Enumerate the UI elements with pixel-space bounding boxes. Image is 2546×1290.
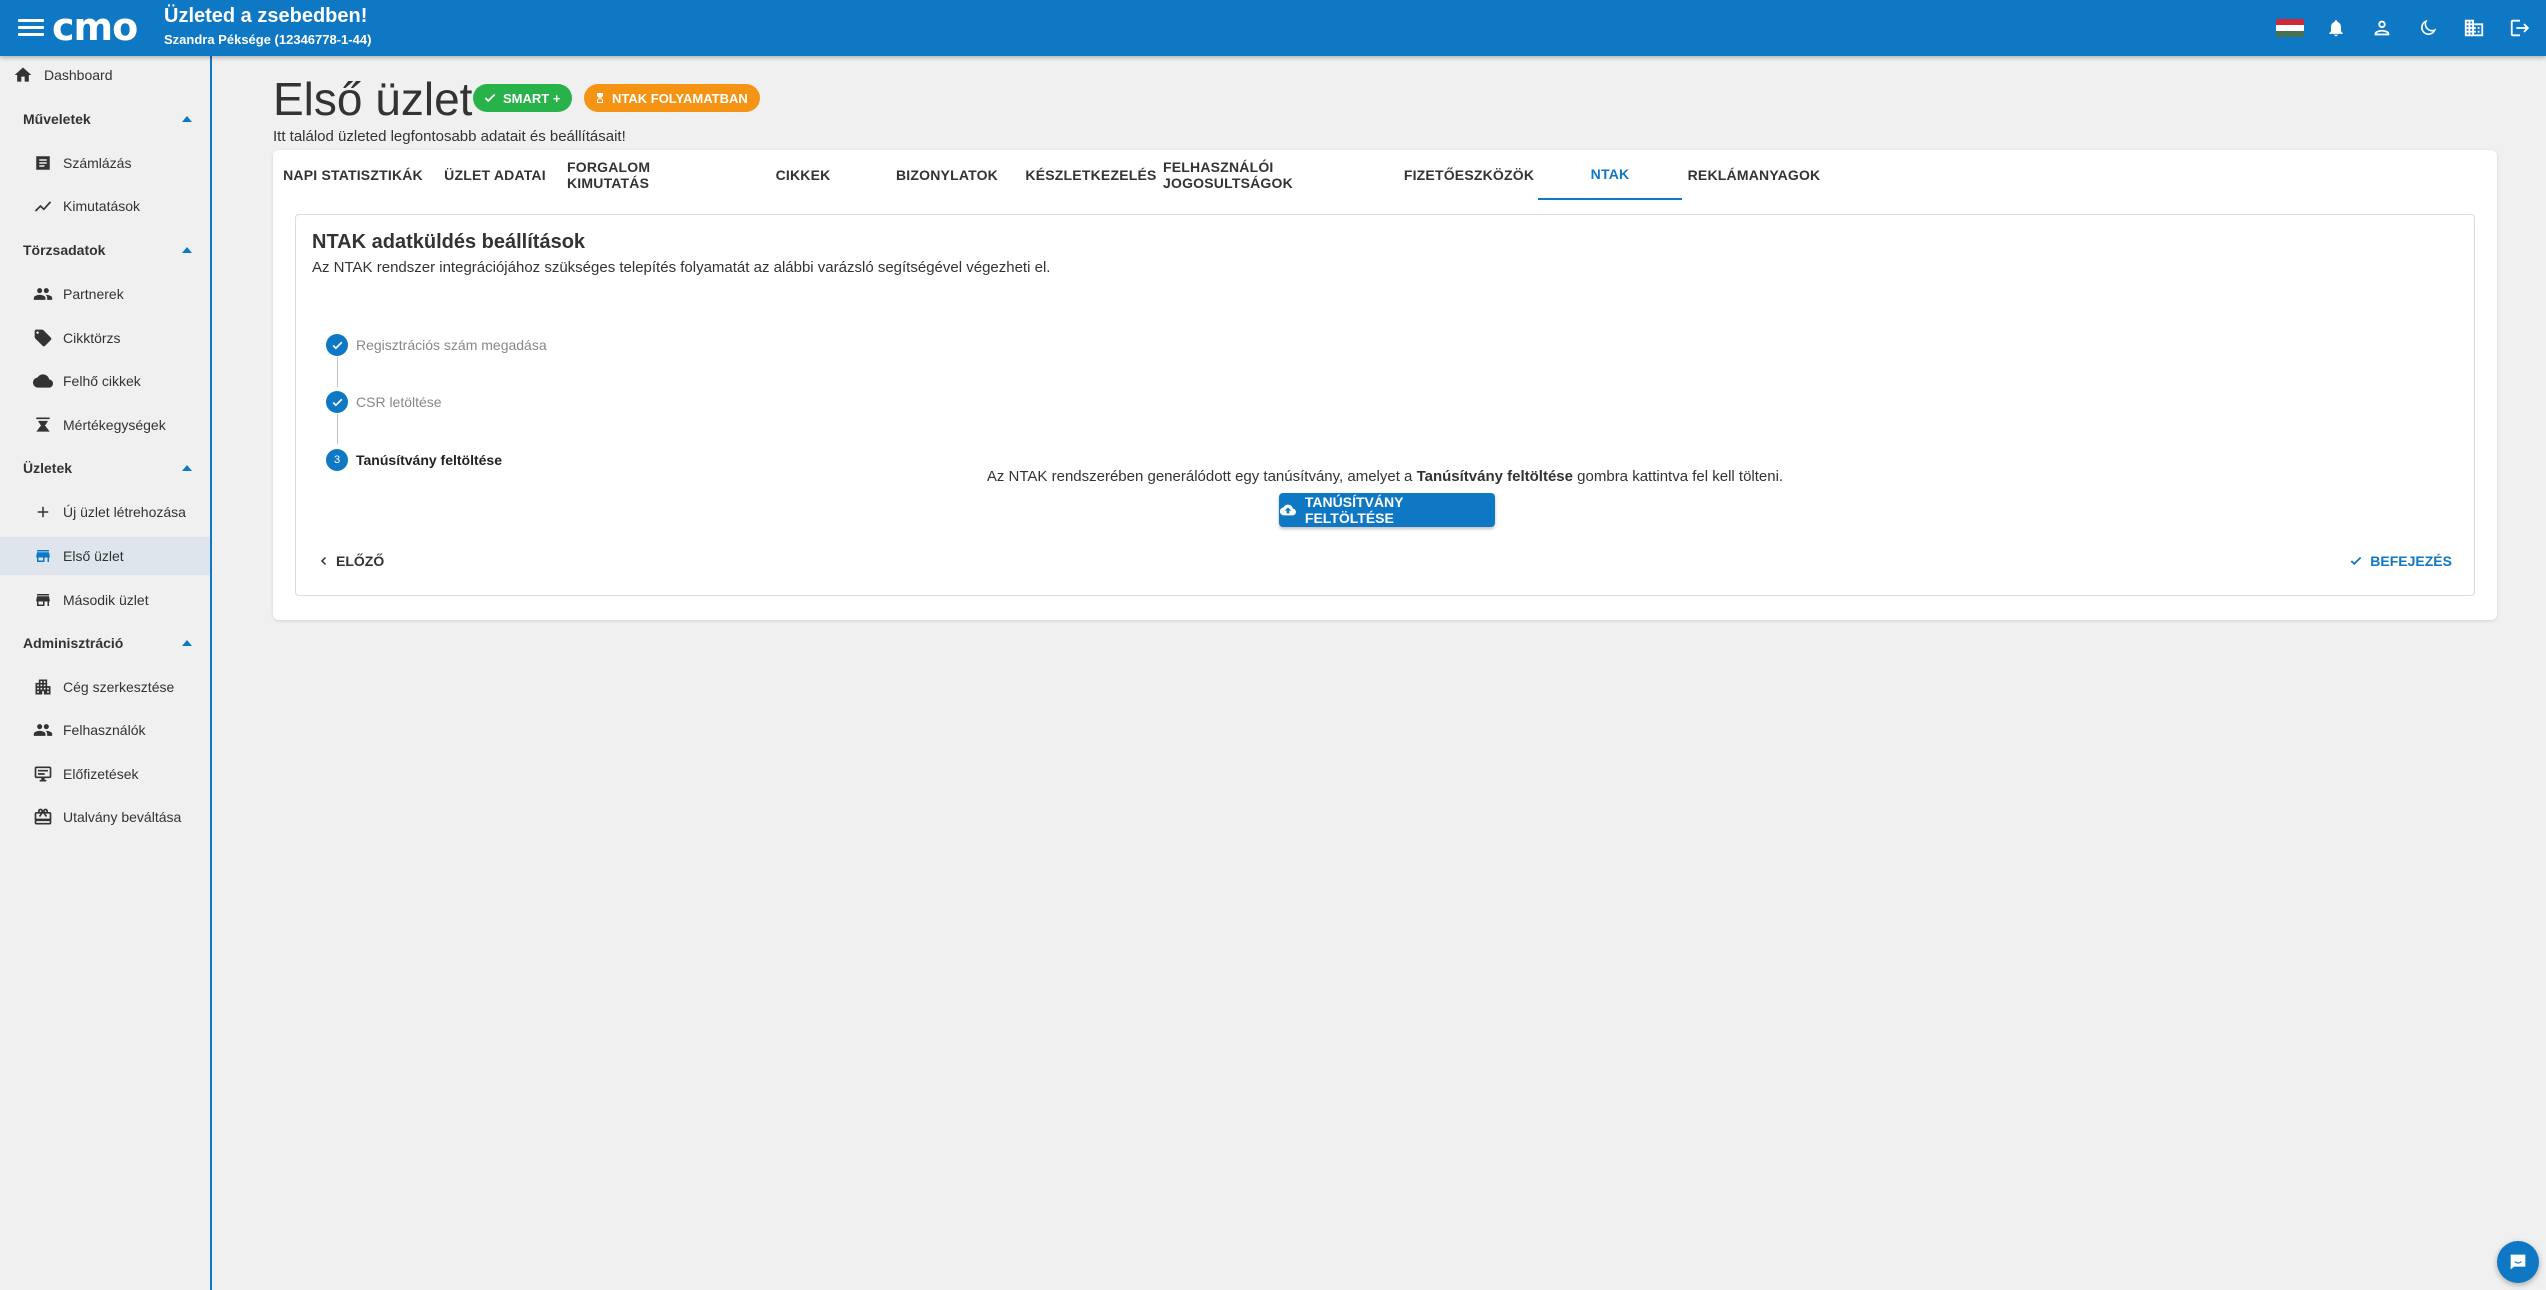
caret-up-icon bbox=[182, 247, 192, 253]
tab-uzlet-adatai[interactable]: ÜZLET ADATAI bbox=[423, 150, 567, 200]
finish-button[interactable]: BEFEJEZÉS bbox=[2340, 545, 2460, 577]
page-subtitle: Itt találod üzleted legfontosabb adatait… bbox=[273, 128, 626, 145]
page-title: Első üzlet bbox=[273, 73, 473, 125]
user-icon[interactable] bbox=[2368, 14, 2396, 42]
tab-forgalom-kimutatas[interactable]: FORGALOM KIMUTATÁS bbox=[567, 150, 731, 200]
hu-flag-icon[interactable] bbox=[2276, 14, 2304, 42]
tab-napi-statisztikak[interactable]: NAPI STATISZTIKÁK bbox=[273, 150, 433, 200]
caret-up-icon bbox=[182, 465, 192, 471]
check-circle-icon bbox=[326, 334, 348, 356]
sidebar-item-cikktorzs[interactable]: Cikktörzs bbox=[0, 319, 210, 357]
step-connector bbox=[337, 357, 338, 387]
ntak-heading: NTAK adatküldés beállítások bbox=[312, 231, 586, 253]
step-connector bbox=[337, 414, 338, 444]
chevron-left-icon bbox=[320, 556, 327, 566]
sidebar-item-masodik-uzlet[interactable]: Második üzlet bbox=[0, 581, 210, 619]
sidebar-item-uj-uzlet[interactable]: Új üzlet létrehozása bbox=[0, 493, 210, 531]
sidebar-item-utalvany[interactable]: Utalvány beváltása bbox=[0, 798, 210, 836]
step-2: CSR letöltése bbox=[326, 390, 442, 414]
store-icon bbox=[32, 589, 54, 611]
sidebar-item-partnerek[interactable]: Partnerek bbox=[0, 275, 210, 313]
people-icon bbox=[32, 283, 54, 305]
store-card: NAPI STATISZTIKÁK ÜZLET ADATAI FORGALOM … bbox=[273, 150, 2497, 620]
upload-certificate-button[interactable]: TANÚSÍTVÁNY FELTÖLTÉSE bbox=[1279, 493, 1495, 527]
sidebar-section-uzletek[interactable]: Üzletek bbox=[0, 449, 210, 487]
sidebar-item-elso-uzlet[interactable]: Első üzlet bbox=[0, 537, 210, 575]
tab-felhasznaloi-jogosultsagok[interactable]: FELHASZNÁLÓI JOGOSULTSÁGOK bbox=[1163, 150, 1403, 200]
cloud-icon bbox=[32, 370, 54, 392]
check-icon bbox=[484, 93, 496, 103]
sidebar-item-szamlazas[interactable]: Számlázás bbox=[0, 144, 210, 182]
sidebar-section-muveletek[interactable]: Műveletek bbox=[0, 100, 210, 138]
ntak-status-badge: NTAK FOLYAMATBAN bbox=[584, 84, 760, 112]
caret-up-icon bbox=[182, 640, 192, 646]
sidebar-item-felho-cikkek[interactable]: Felhő cikkek bbox=[0, 362, 210, 400]
previous-button[interactable]: ELŐZŐ bbox=[310, 545, 392, 577]
ntak-settings-panel: NTAK adatküldés beállítások Az NTAK rend… bbox=[295, 214, 2475, 596]
sidebar-item-elofizetesek[interactable]: Előfizetések bbox=[0, 755, 210, 793]
voucher-icon bbox=[32, 806, 54, 828]
bell-icon[interactable] bbox=[2322, 14, 2350, 42]
header-title: Üzleted a zsebedben! bbox=[164, 5, 368, 27]
hourglass-icon bbox=[597, 93, 603, 103]
company-icon[interactable] bbox=[2460, 14, 2488, 42]
store-icon bbox=[32, 545, 54, 567]
smart-badge: SMART + bbox=[473, 84, 573, 112]
check-circle-icon bbox=[326, 391, 348, 413]
upload-instructions: Az NTAK rendszerében generálódott egy ta… bbox=[986, 468, 1784, 485]
plus-icon bbox=[32, 501, 54, 523]
chat-icon[interactable] bbox=[2497, 1241, 2539, 1283]
ntak-description: Az NTAK rendszer integrációjához szükség… bbox=[312, 259, 1051, 276]
caret-up-icon bbox=[182, 116, 192, 122]
menu-icon[interactable] bbox=[18, 16, 44, 40]
logout-icon[interactable] bbox=[2506, 14, 2534, 42]
tab-reklamanyagok[interactable]: REKLÁMANYAGOK bbox=[1682, 150, 1826, 200]
tag-icon bbox=[32, 327, 54, 349]
cloud-upload-icon bbox=[1279, 504, 1296, 516]
sidebar-section-torzsadatok[interactable]: Törzsadatok bbox=[0, 231, 210, 269]
cmo-logo[interactable]: cmo bbox=[52, 7, 138, 47]
subscription-icon bbox=[32, 763, 54, 785]
check-icon bbox=[2351, 556, 2362, 566]
step-1: Regisztrációs szám megadása bbox=[326, 333, 547, 357]
sidebar-item-dashboard[interactable]: Dashboard bbox=[0, 56, 210, 94]
moon-icon[interactable] bbox=[2414, 14, 2442, 42]
sidebar: Dashboard Műveletek Számlázás Kimutatáso… bbox=[0, 56, 212, 1290]
sidebar-item-ceg-szerkesztese[interactable]: Cég szerkesztése bbox=[0, 668, 210, 706]
sidebar-item-mertekegysegek[interactable]: Mértékegységek bbox=[0, 406, 210, 444]
tab-bizonylatok[interactable]: BIZONYLATOK bbox=[875, 150, 1019, 200]
scale-icon bbox=[32, 414, 54, 436]
chart-line-icon bbox=[32, 195, 54, 217]
tab-keszletkezeles[interactable]: KÉSZLETKEZELÉS bbox=[1019, 150, 1163, 200]
header-subtitle: Szandra Péksége (12346778-1-44) bbox=[164, 32, 372, 47]
sidebar-item-felhasznalok[interactable]: Felhasználók bbox=[0, 711, 210, 749]
tab-ntak[interactable]: NTAK bbox=[1538, 150, 1682, 200]
tab-bar: NAPI STATISZTIKÁK ÜZLET ADATAI FORGALOM … bbox=[273, 150, 2497, 200]
people-icon bbox=[32, 719, 54, 741]
tab-fizetoeszkozok[interactable]: FIZETŐESZKÖZÖK bbox=[1397, 150, 1541, 200]
tab-cikkek[interactable]: CIKKEK bbox=[731, 150, 875, 200]
list-icon bbox=[32, 152, 54, 174]
top-bar: cmo Üzleted a zsebedben! Szandra Péksége… bbox=[0, 0, 2546, 56]
home-icon bbox=[12, 64, 34, 86]
sidebar-item-kimutatasok[interactable]: Kimutatások bbox=[0, 187, 210, 225]
building-icon bbox=[32, 676, 54, 698]
sidebar-section-adminisztracio[interactable]: Adminisztráció bbox=[0, 624, 210, 662]
